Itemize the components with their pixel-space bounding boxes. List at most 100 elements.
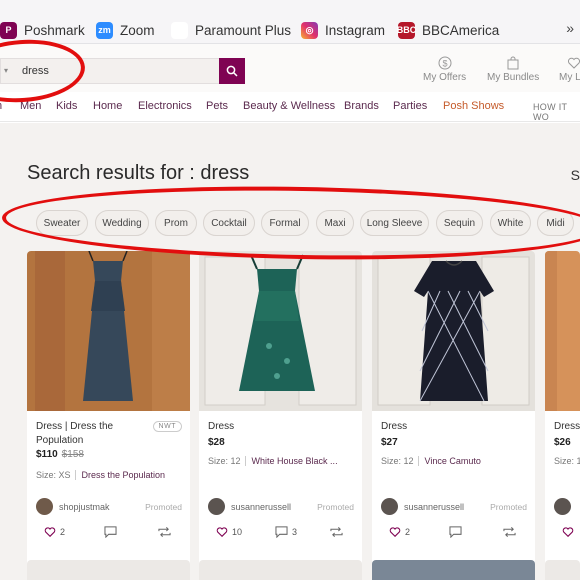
comment-button[interactable] bbox=[104, 526, 121, 538]
like-button[interactable]: 2 bbox=[389, 526, 410, 538]
product-card-peek[interactable] bbox=[27, 560, 190, 580]
chip-white[interactable]: White bbox=[490, 210, 531, 236]
product-card[interactable]: Dress $27 Size: 12 Vince Camuto susanneru… bbox=[372, 251, 535, 571]
product-card[interactable]: Dress | Dress the Population NWT $110 $15… bbox=[27, 251, 190, 571]
product-brand[interactable]: Dress the Population bbox=[74, 470, 166, 480]
nav-item-men[interactable]: Men bbox=[20, 100, 41, 112]
results-area: Search results for : dress S Sweater Wed… bbox=[0, 123, 580, 580]
product-photo[interactable] bbox=[545, 251, 580, 411]
product-photo[interactable] bbox=[27, 251, 190, 411]
search-button[interactable] bbox=[219, 58, 245, 84]
price-value: $26 bbox=[554, 437, 571, 448]
bookmark-instagram[interactable]: ◎ Instagram bbox=[301, 20, 385, 40]
sort-link-partial[interactable]: S bbox=[571, 167, 580, 183]
seller[interactable]: shopjustmak bbox=[36, 498, 110, 515]
more-bookmarks-icon[interactable]: » bbox=[566, 20, 574, 36]
comment-button[interactable] bbox=[449, 526, 466, 538]
chip-long-sleeve[interactable]: Long Sleeve bbox=[360, 210, 429, 236]
nav-item-beauty-wellness[interactable]: Beauty & Wellness bbox=[243, 100, 335, 112]
share-button[interactable] bbox=[158, 526, 175, 538]
nav-item-home[interactable]: Home bbox=[93, 100, 122, 112]
my-likes-link[interactable]: My L bbox=[559, 56, 580, 83]
seller[interactable]: susannerussell bbox=[381, 498, 464, 515]
product-card-peek[interactable] bbox=[372, 560, 535, 580]
like-button[interactable]: 10 bbox=[216, 526, 242, 538]
my-offers-label: My Offers bbox=[423, 72, 467, 83]
my-offers-link[interactable]: $ My Offers bbox=[423, 56, 466, 83]
heart-icon bbox=[562, 527, 574, 538]
bookmark-label: Instagram bbox=[325, 22, 386, 38]
seller[interactable] bbox=[554, 498, 571, 515]
chip-midi[interactable]: Midi bbox=[537, 210, 574, 236]
chip-cocktail[interactable]: Cocktail bbox=[203, 210, 255, 236]
product-card-peek[interactable] bbox=[545, 560, 580, 580]
product-photo[interactable] bbox=[199, 251, 362, 411]
seller-name[interactable]: susannerussell bbox=[231, 502, 291, 512]
product-meta: Size: 1 bbox=[554, 456, 580, 466]
product-brand[interactable]: Vince Camuto bbox=[417, 456, 481, 466]
product-title[interactable]: Dress | Dress the Population bbox=[36, 420, 148, 448]
chip-sweater[interactable]: Sweater bbox=[36, 210, 88, 236]
bookmarks-bar: P Poshmark zm Zoom ▲ Paramount Plus ◎ In… bbox=[0, 0, 580, 44]
comment-button[interactable]: 3 bbox=[275, 526, 297, 538]
avatar[interactable] bbox=[36, 498, 53, 515]
original-price: $158 bbox=[61, 449, 84, 460]
nav-item-parties[interactable]: Parties bbox=[393, 100, 427, 112]
like-count: 2 bbox=[405, 527, 411, 537]
promoted-label: Promoted bbox=[490, 502, 527, 512]
bookmark-poshmark[interactable]: P Poshmark bbox=[0, 20, 85, 40]
nav-item-pets[interactable]: Pets bbox=[206, 100, 228, 112]
product-card[interactable]: Dress $28 Size: 12 White House Black ... … bbox=[199, 251, 362, 571]
product-brand[interactable]: White House Black ... bbox=[244, 456, 338, 466]
promoted-label: Promoted bbox=[145, 502, 182, 512]
product-price: $26 bbox=[554, 437, 571, 448]
comment-icon bbox=[449, 526, 462, 538]
product-photo[interactable] bbox=[372, 251, 535, 411]
product-meta: Size: XS Dress the Population bbox=[36, 470, 166, 480]
chevron-down-icon[interactable]: ▾ bbox=[4, 66, 8, 75]
chip-prom[interactable]: Prom bbox=[155, 210, 197, 236]
how-it-works-link[interactable]: HOW IT WO bbox=[533, 102, 580, 122]
avatar[interactable] bbox=[554, 498, 571, 515]
avatar[interactable] bbox=[381, 498, 398, 515]
product-size: Size: 1 bbox=[554, 456, 580, 466]
bag-icon bbox=[507, 56, 519, 70]
product-meta: Size: 12 Vince Camuto bbox=[381, 456, 481, 466]
share-button[interactable] bbox=[503, 526, 520, 538]
bookmark-bbc-america[interactable]: BBC BBCAmerica bbox=[397, 20, 499, 40]
seller[interactable]: susannerussell bbox=[208, 498, 291, 515]
like-button[interactable] bbox=[562, 526, 574, 538]
product-card[interactable]: Dress $26 Size: 1 bbox=[545, 251, 580, 571]
nav-item-brands[interactable]: Brands bbox=[344, 100, 379, 112]
chip-sequin[interactable]: Sequin bbox=[436, 210, 483, 236]
bookmark-zoom[interactable]: zm Zoom bbox=[96, 20, 155, 40]
heart-icon bbox=[389, 527, 401, 538]
nav-item-posh-shows[interactable]: Posh Shows bbox=[443, 100, 504, 112]
product-price: $28 bbox=[208, 437, 225, 448]
product-meta: Size: 12 White House Black ... bbox=[208, 456, 338, 466]
price-value: $27 bbox=[381, 437, 398, 448]
nav-item-kids[interactable]: Kids bbox=[56, 100, 77, 112]
like-button[interactable]: 2 bbox=[44, 526, 65, 538]
chip-wedding[interactable]: Wedding bbox=[95, 210, 149, 236]
share-button[interactable] bbox=[330, 526, 347, 538]
seller-name[interactable]: shopjustmak bbox=[59, 502, 110, 512]
product-card-peek[interactable] bbox=[199, 560, 362, 580]
chip-maxi[interactable]: Maxi bbox=[316, 210, 354, 236]
product-title[interactable]: Dress bbox=[554, 420, 580, 434]
product-title[interactable]: Dress bbox=[381, 420, 493, 434]
avatar[interactable] bbox=[208, 498, 225, 515]
nwt-badge: NWT bbox=[152, 421, 182, 432]
comment-icon bbox=[104, 526, 117, 538]
seller-name[interactable]: susannerussell bbox=[404, 502, 464, 512]
nav-item-electronics[interactable]: Electronics bbox=[138, 100, 192, 112]
nav-item-partial[interactable]: n bbox=[0, 100, 2, 112]
product-title[interactable]: Dress bbox=[208, 420, 320, 434]
heart-icon bbox=[44, 527, 56, 538]
bookmark-label: Paramount Plus bbox=[195, 22, 292, 38]
chip-formal[interactable]: Formal bbox=[261, 210, 309, 236]
my-bundles-link[interactable]: My Bundles bbox=[487, 56, 539, 83]
promoted-label: Promoted bbox=[317, 502, 354, 512]
search-input[interactable]: ▾ dress bbox=[0, 58, 220, 84]
bookmark-paramount-plus[interactable]: ▲ Paramount Plus bbox=[171, 20, 291, 40]
